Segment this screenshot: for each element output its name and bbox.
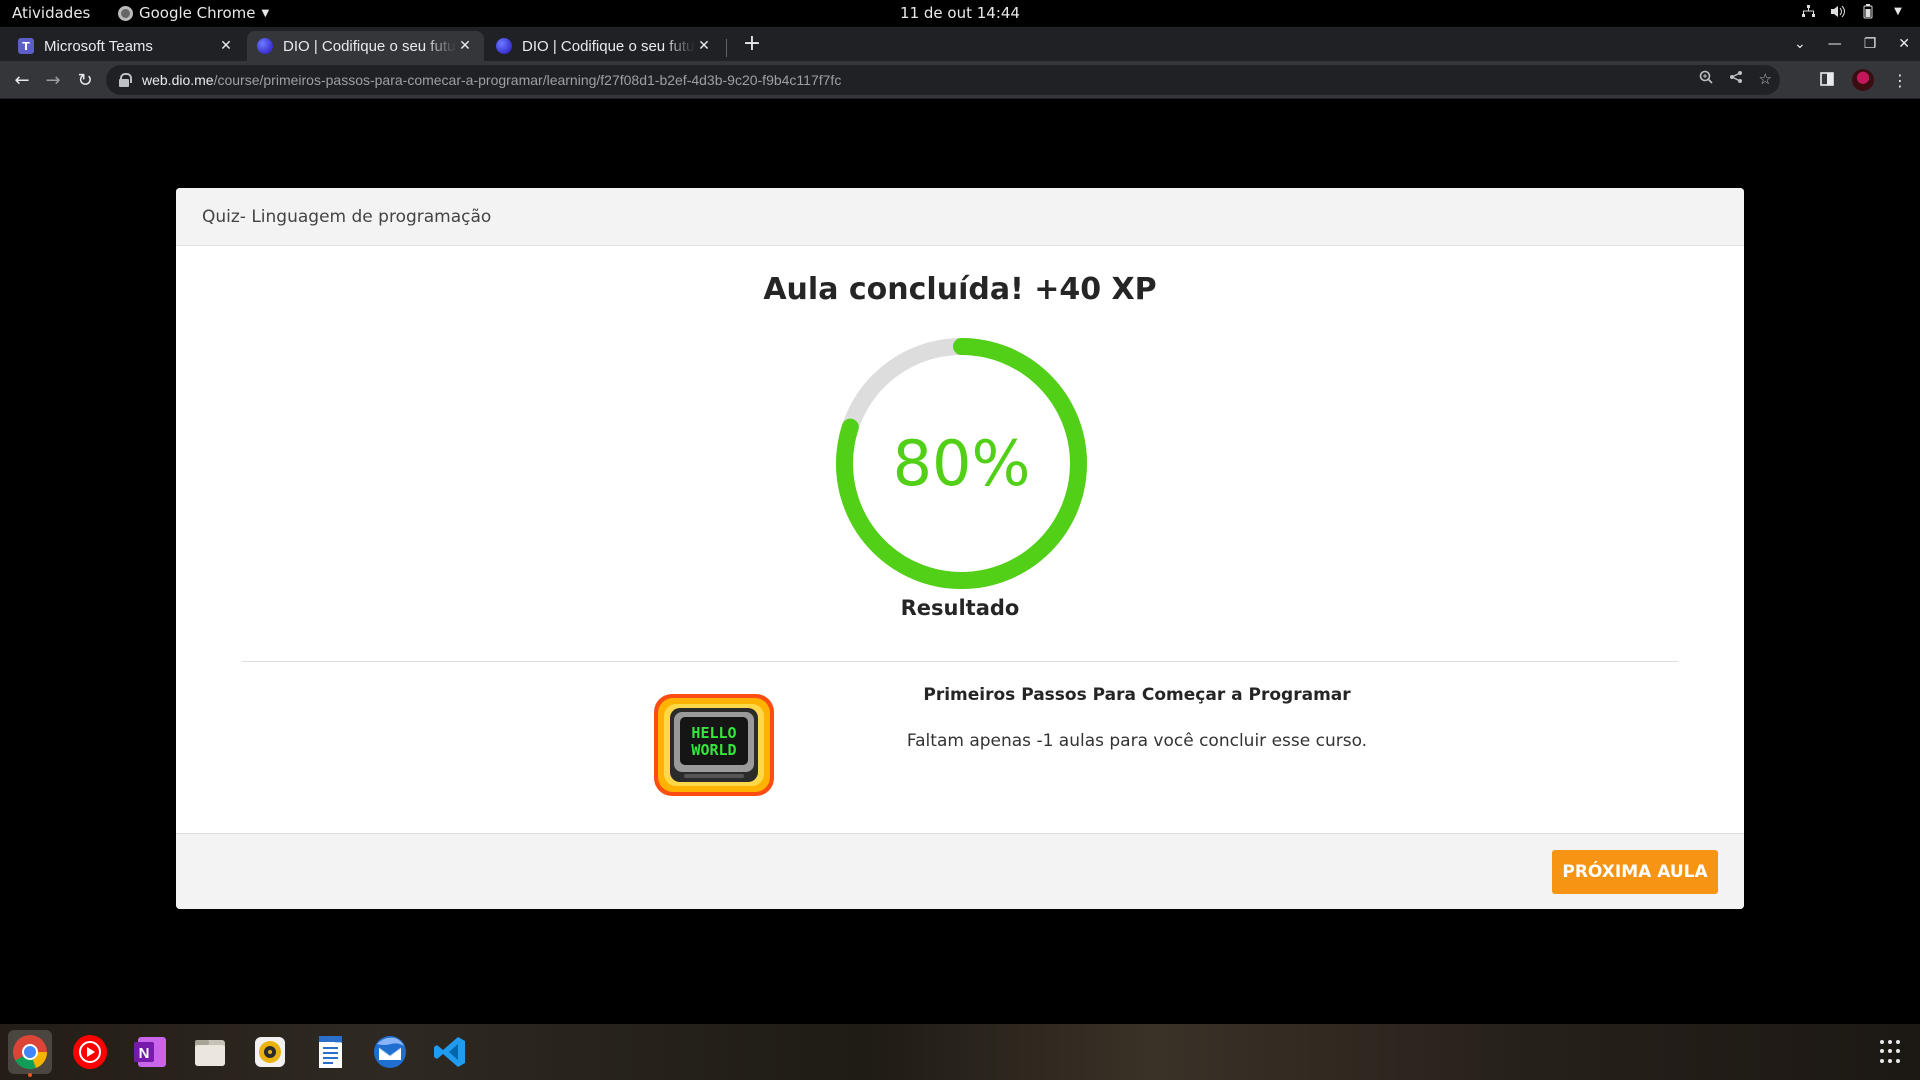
chrome-icon xyxy=(118,5,133,21)
dock-files[interactable] xyxy=(188,1030,232,1074)
dock: N xyxy=(0,1024,1920,1080)
system-tray[interactable]: ▼ xyxy=(1800,3,1906,19)
divider xyxy=(242,661,1678,662)
tab-title: DIO | Codifique o seu futuro xyxy=(283,37,456,55)
browser-toolbar: ← → ↻ web.dio.me/course/primeiros-passos… xyxy=(0,61,1920,99)
url-text[interactable]: web.dio.me/course/primeiros-passos-para-… xyxy=(142,72,841,88)
app-menu-label: Google Chrome xyxy=(139,4,256,22)
dock-onenote[interactable]: N xyxy=(128,1030,172,1074)
page-viewport: Quiz- Linguagem de programação Aula conc… xyxy=(0,100,1920,1024)
rhythmbox-icon xyxy=(255,1037,285,1067)
share-icon[interactable] xyxy=(1729,70,1743,88)
app-menu[interactable]: Google Chrome ▼ xyxy=(118,4,269,22)
lock-icon[interactable] xyxy=(118,73,132,87)
tab-microsoft-teams[interactable]: T Microsoft Teams ✕ xyxy=(8,31,245,61)
course-remaining-text: Faltam apenas -1 aulas para você conclui… xyxy=(906,731,1368,751)
dock-rhythmbox[interactable] xyxy=(248,1030,292,1074)
address-bar[interactable]: web.dio.me/course/primeiros-passos-para-… xyxy=(106,65,1780,95)
tab-separator xyxy=(726,39,727,57)
dock-chrome[interactable] xyxy=(8,1030,52,1077)
volume-icon xyxy=(1830,3,1846,19)
dock-thunderbird[interactable] xyxy=(368,1030,412,1074)
side-panel-icon[interactable] xyxy=(1820,71,1834,90)
battery-icon xyxy=(1860,3,1876,19)
badge-text-line1: HELLO xyxy=(691,724,736,742)
chrome-icon xyxy=(13,1035,48,1070)
onenote-icon: N xyxy=(134,1037,166,1067)
quiz-title: Quiz- Linguagem de programação xyxy=(202,206,492,227)
tab-dio[interactable]: DIO | Codifique o seu futuro ✕ xyxy=(486,31,723,61)
forward-icon[interactable]: → xyxy=(40,67,66,93)
clock[interactable]: 11 de out 14:44 xyxy=(0,4,1920,22)
dock-youtube-music[interactable] xyxy=(68,1030,112,1074)
activities-button[interactable]: Atividades xyxy=(12,4,90,22)
profile-avatar[interactable] xyxy=(1852,69,1874,91)
result-title: Aula concluída! +40 XP xyxy=(763,272,1157,307)
modal-header: Quiz- Linguagem de programação xyxy=(176,188,1744,246)
dock-vscode[interactable] xyxy=(428,1030,472,1074)
tab-strip: T Microsoft Teams ✕ DIO | Codifique o se… xyxy=(0,27,1920,61)
chevron-down-icon: ▼ xyxy=(261,7,270,19)
url-host: web.dio.me xyxy=(142,72,214,88)
close-icon[interactable]: ✕ xyxy=(217,38,235,54)
next-lesson-button[interactable]: PRÓXIMA AULA xyxy=(1552,850,1718,894)
back-icon[interactable]: ← xyxy=(9,67,35,93)
course-title: Primeiros Passos Para Começar a Programa… xyxy=(923,685,1351,705)
restore-icon[interactable]: ❐ xyxy=(1864,36,1877,52)
progress-percent: 80% xyxy=(892,427,1031,500)
system-top-bar: Atividades Google Chrome ▼ 11 de out 14:… xyxy=(0,0,1920,27)
result-label: Resultado xyxy=(900,596,1020,620)
minimize-icon[interactable]: — xyxy=(1828,36,1842,52)
new-tab-button[interactable]: + xyxy=(738,30,766,58)
youtube-music-icon xyxy=(73,1035,107,1069)
text-editor-icon xyxy=(319,1036,342,1068)
running-indicator xyxy=(28,1073,32,1077)
svg-text:N: N xyxy=(139,1045,150,1062)
vscode-icon xyxy=(434,1037,465,1067)
files-icon xyxy=(195,1040,225,1066)
tab-dio-active[interactable]: DIO | Codifique o seu futuro ✕ xyxy=(247,31,484,61)
close-window-icon[interactable]: ✕ xyxy=(1898,36,1910,52)
url-path: /course/primeiros-passos-para-comecar-a-… xyxy=(213,72,842,88)
tab-title: Microsoft Teams xyxy=(44,37,153,55)
menu-kebab-icon[interactable]: ⋮ xyxy=(1892,71,1908,90)
close-icon[interactable]: ✕ xyxy=(456,38,474,54)
close-icon[interactable]: ✕ xyxy=(695,38,713,54)
window-controls: ⌄ — ❐ ✕ xyxy=(1794,27,1910,61)
network-icon xyxy=(1800,3,1816,19)
reload-icon[interactable]: ↻ xyxy=(72,67,98,93)
thunderbird-icon xyxy=(374,1036,406,1068)
dio-icon xyxy=(496,38,512,54)
tab-title: DIO | Codifique o seu futuro xyxy=(522,37,695,55)
hello-world-badge-icon: HELLO WORLD xyxy=(654,694,774,796)
zoom-icon[interactable] xyxy=(1699,70,1713,88)
lesson-complete-modal: Quiz- Linguagem de programação Aula conc… xyxy=(176,188,1744,909)
modal-footer: PRÓXIMA AULA xyxy=(176,833,1744,909)
dock-text-editor[interactable] xyxy=(308,1030,352,1074)
chevron-down-icon: ▼ xyxy=(1894,5,1902,17)
badge-text-line2: WORLD xyxy=(691,741,736,759)
teams-icon: T xyxy=(18,38,34,54)
tab-search-icon[interactable]: ⌄ xyxy=(1794,36,1806,52)
dio-icon xyxy=(257,38,273,54)
bookmark-star-icon[interactable]: ☆ xyxy=(1759,70,1772,88)
show-apps-icon[interactable] xyxy=(1880,1040,1904,1064)
